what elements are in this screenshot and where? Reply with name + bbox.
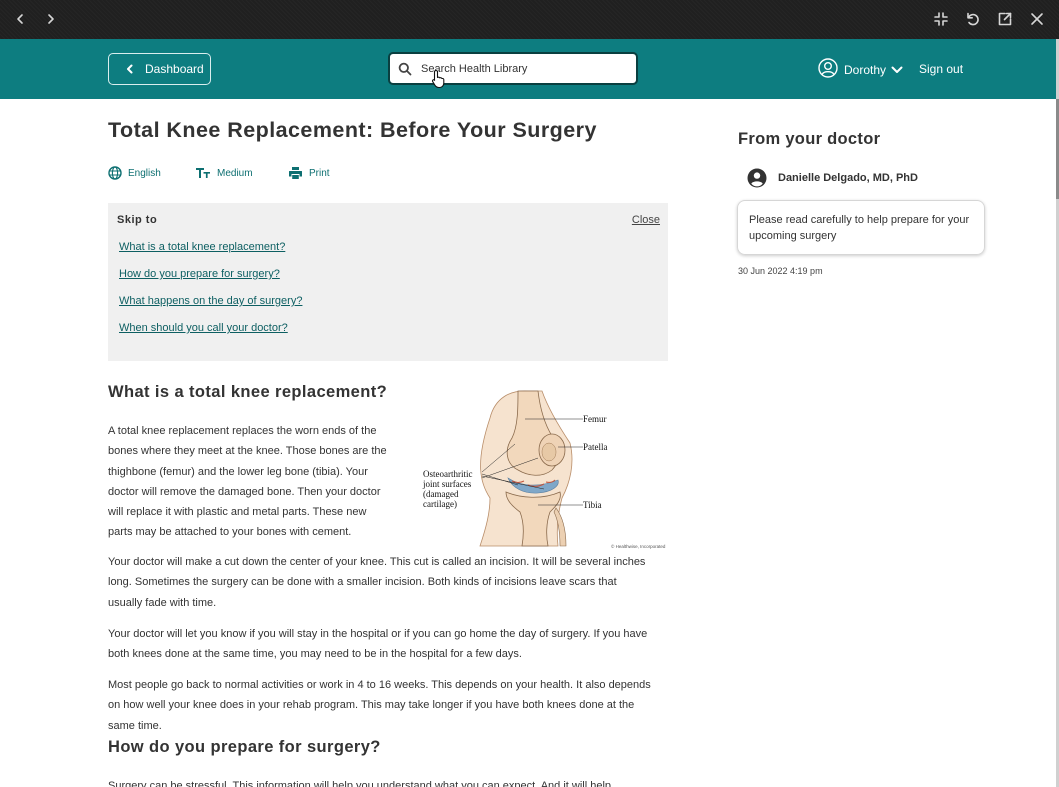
open-external-button[interactable] bbox=[993, 7, 1017, 31]
browser-toolbar bbox=[0, 0, 1059, 39]
text-size-icon bbox=[196, 168, 210, 178]
search-input[interactable] bbox=[421, 62, 621, 75]
app-header: Dashboard Dorothy Sign out bbox=[0, 39, 1056, 99]
diagram-credit: © Healthwise, Incorporated bbox=[611, 543, 666, 549]
collapse-icon bbox=[934, 12, 948, 26]
doctor-row: Danielle Delgado, MD, PhD bbox=[747, 168, 918, 188]
sidebar-title: From your doctor bbox=[738, 130, 881, 148]
skip-link-prepare[interactable]: How do you prepare for surgery? bbox=[119, 268, 280, 280]
message-timestamp: 30 Jun 2022 4:19 pm bbox=[738, 266, 823, 276]
paragraph: Your doctor will let you know if you wil… bbox=[108, 628, 648, 661]
search-icon bbox=[398, 62, 412, 75]
text-size-label: Medium bbox=[217, 167, 253, 179]
globe-icon bbox=[108, 166, 122, 180]
skip-link-what-is[interactable]: What is a total knee replacement? bbox=[119, 241, 285, 253]
paragraph: Most people go back to normal activities… bbox=[108, 679, 651, 732]
osteoarthritic-label-line1: Osteoarthritic bbox=[423, 469, 472, 479]
osteoarthritic-label-line4: cartilage) bbox=[423, 499, 457, 509]
account-circle-icon bbox=[747, 168, 767, 188]
back-button[interactable] bbox=[8, 7, 32, 31]
femur-label: Femur bbox=[583, 414, 607, 424]
user-menu[interactable]: Dorothy bbox=[818, 58, 903, 81]
search-box[interactable] bbox=[388, 52, 638, 85]
skip-link-day-of-surgery[interactable]: What happens on the day of surgery? bbox=[119, 295, 302, 307]
doctor-message: Please read carefully to help prepare fo… bbox=[737, 200, 985, 255]
close-window-button[interactable] bbox=[1025, 7, 1049, 31]
patella-label: Patella bbox=[583, 442, 608, 452]
dashboard-button[interactable]: Dashboard bbox=[108, 53, 211, 85]
language-button[interactable]: English bbox=[108, 166, 161, 180]
section-heading-what-is: What is a total knee replacement? bbox=[108, 383, 388, 401]
osteoarthritic-label-line2: joint surfaces bbox=[422, 479, 472, 489]
print-label: Print bbox=[309, 167, 330, 179]
language-label: English bbox=[128, 167, 161, 179]
section-heading-prepare: How do you prepare for surgery? bbox=[108, 738, 381, 756]
hand-cursor-icon bbox=[431, 69, 445, 89]
user-name: Dorothy bbox=[844, 62, 887, 77]
doctor-name: Danielle Delgado, MD, PhD bbox=[778, 172, 918, 184]
sign-out-link[interactable]: Sign out bbox=[919, 62, 963, 76]
osteoarthritic-label-line3: (damaged bbox=[423, 489, 459, 499]
chevron-left-icon bbox=[127, 64, 133, 74]
chevron-down-icon bbox=[886, 62, 903, 78]
print-icon bbox=[289, 167, 302, 179]
dashboard-label: Dashboard bbox=[145, 62, 204, 76]
user-avatar-icon bbox=[818, 58, 838, 81]
chevron-left-icon bbox=[17, 14, 23, 24]
tibia-label: Tibia bbox=[583, 500, 602, 510]
knee-anatomy-diagram: Femur Patella Tibia Osteoarthritic joint… bbox=[422, 390, 666, 549]
forward-button[interactable] bbox=[39, 7, 63, 31]
text-size-button[interactable]: Medium bbox=[195, 166, 253, 180]
refresh-button[interactable] bbox=[961, 7, 985, 31]
skip-close-link[interactable]: Close bbox=[632, 214, 660, 226]
skip-link-call-doctor[interactable]: When should you call your doctor? bbox=[119, 322, 288, 334]
chevron-right-icon bbox=[48, 14, 54, 24]
skip-to-title: Skip to bbox=[117, 214, 158, 226]
close-icon bbox=[1031, 13, 1043, 25]
external-link-icon bbox=[998, 12, 1012, 26]
skip-to-panel: Skip to Close What is a total knee repla… bbox=[108, 203, 668, 361]
refresh-icon bbox=[967, 12, 979, 26]
page-title: Total Knee Replacement: Before Your Surg… bbox=[108, 118, 597, 142]
print-button[interactable]: Print bbox=[288, 166, 330, 180]
collapse-button[interactable] bbox=[929, 7, 953, 31]
paragraph: Surgery can be stressful. This informati… bbox=[108, 780, 612, 787]
paragraph: A total knee replacement replaces the wo… bbox=[108, 425, 387, 539]
paragraph: Your doctor will make a cut down the cen… bbox=[108, 556, 646, 609]
